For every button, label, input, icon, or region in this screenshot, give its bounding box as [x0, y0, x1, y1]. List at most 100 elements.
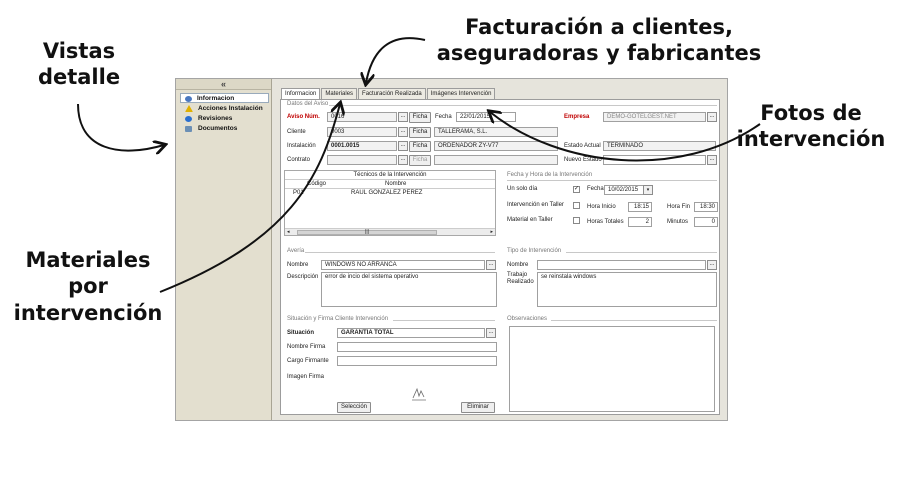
contrato-lookup-button[interactable]: ... [398, 155, 408, 165]
situacion-lookup-button[interactable]: ... [486, 328, 496, 338]
sidebar-item-revisiones[interactable]: Revisiones [176, 114, 271, 124]
table-row[interactable]: P01 RAUL GONZALEZ PEREZ [285, 189, 495, 198]
scroll-thumb[interactable]: ||| [297, 230, 437, 235]
info-icon [185, 96, 192, 102]
section-observaciones: Observaciones [507, 316, 548, 322]
sidebar-item-documentos[interactable]: Documentos [176, 124, 271, 134]
fecha-label: Fecha [435, 114, 452, 120]
sidebar-item-informacion[interactable]: Informacion [180, 93, 269, 103]
section-situacion: Situación y Firma Cliente Intervención [287, 316, 389, 322]
column-header-nombre[interactable]: Nombre [345, 180, 495, 188]
aviso-lookup-button[interactable]: ... [398, 112, 408, 122]
trabajo-label: Realizado [507, 279, 534, 285]
contrato-ficha-button[interactable]: Ficha [409, 155, 431, 166]
hora-fin-field[interactable]: 18:30 [694, 202, 718, 212]
aviso-ficha-button[interactable]: Ficha [409, 112, 431, 123]
intervencion-taller-label: Intervención en Taller [507, 202, 564, 208]
averia-descripcion-label: Descripción [287, 274, 319, 280]
column-header-codigo[interactable]: Código [285, 180, 345, 188]
imagen-firma-label: Imagen Firma [287, 374, 325, 380]
arrow-vistas [77, 103, 164, 151]
callout-line: Vistas [42, 39, 116, 63]
callout-line: intervención [13, 300, 163, 325]
material-taller-label: Material en Taller [507, 217, 553, 223]
sidebar-item-acciones[interactable]: Acciones Instalación [176, 104, 271, 114]
callout-line: detalle [37, 65, 121, 90]
documents-icon [185, 126, 192, 132]
cliente-code-field[interactable]: 0003 [327, 127, 397, 137]
aviso-number-field[interactable]: 0016 [327, 112, 397, 122]
horas-totales-field[interactable]: 2 [628, 217, 652, 227]
tecnicos-grid-header: Código Nombre [285, 180, 495, 189]
callout-line: Fotos de [760, 101, 862, 125]
instalacion-code-field[interactable]: 0001.0015 [327, 141, 397, 151]
averia-nombre-field[interactable]: WINDOWS NO ARRANCA [321, 260, 485, 270]
hora-fin-label: Hora Fin [667, 204, 691, 210]
intervencion-taller-checkbox[interactable] [573, 202, 580, 209]
tipo-nombre-label: Nombre [507, 262, 529, 268]
eliminar-button[interactable]: Eliminar [461, 402, 495, 413]
hora-inicio-field[interactable]: 18:15 [628, 202, 652, 212]
scroll-right-icon[interactable]: ▸ [490, 229, 493, 235]
info-panel: Datos del Aviso Aviso Núm. 0016 ... Fich… [280, 99, 720, 415]
cliente-name-field[interactable]: TALLERAMA, S.L. [434, 127, 558, 137]
callout-facturacion: Facturación a clientes, aseguradoras y f… [418, 14, 780, 67]
trabajo-label: Trabajo [507, 272, 528, 278]
section-divider [305, 252, 495, 253]
trabajo-realizado-field[interactable]: se reinstala windows [537, 272, 717, 307]
aviso-label: Aviso Núm. [287, 114, 320, 120]
averia-lookup-button[interactable]: ... [486, 260, 496, 270]
callout-vistas-detalle: Vistas detalle [18, 38, 140, 91]
contrato-label: Contrato [287, 157, 311, 163]
sidebar-item-label: Acciones Instalación [198, 105, 263, 112]
observaciones-field[interactable] [509, 326, 715, 412]
main-area: Informacion Materiales Facturación Reali… [277, 83, 723, 417]
fecha-dropdown-chevron-icon[interactable]: ▾ [643, 185, 653, 195]
arrow-facturacion [366, 37, 426, 83]
scroll-left-icon[interactable]: ◂ [287, 229, 290, 235]
empresa-field[interactable]: DEMO-GOTELGEST.NET [603, 112, 706, 122]
solo-dia-checkbox[interactable]: ✓ [573, 186, 580, 193]
tecnicos-grid-title: Técnicos de la Intervención [285, 171, 495, 180]
section-divider [551, 320, 717, 321]
fecha-field[interactable]: 22/01/2015 [456, 112, 516, 122]
empresa-label: Empresa [564, 114, 590, 120]
instalacion-ficha-button[interactable]: Ficha [409, 141, 431, 152]
sidebar-item-label: Documentos [198, 125, 238, 132]
material-taller-checkbox[interactable] [573, 217, 580, 224]
estado-actual-field: TERMINADO [603, 141, 716, 151]
tipo-nombre-field[interactable] [537, 260, 706, 270]
cargo-firmante-field[interactable] [337, 356, 497, 366]
instalacion-label: Instalación [287, 143, 316, 149]
contrato-field[interactable] [327, 155, 397, 165]
tecnicos-horizontal-scrollbar[interactable]: ◂ ||| ▸ [285, 228, 495, 235]
tipo-lookup-button[interactable]: ... [707, 260, 717, 270]
cliente-label: Cliente [287, 129, 306, 135]
nuevo-estado-lookup-button[interactable]: ... [707, 155, 717, 165]
minutos-label: Minutos [667, 219, 689, 225]
callout-materiales: Materiales por intervención [6, 247, 170, 326]
cliente-ficha-button[interactable]: Ficha [409, 127, 431, 138]
section-tipo-intervencion: Tipo de Intervención [507, 248, 562, 254]
minutos-field[interactable]: 0 [694, 217, 718, 227]
cargo-firmante-label: Cargo Firmante [287, 358, 329, 364]
solo-dia-label: Un solo día [507, 186, 538, 192]
tecnico-nombre: RAUL GONZALEZ PEREZ [351, 190, 423, 196]
hora-inicio-label: Hora Inicio [587, 204, 616, 210]
seleccion-button[interactable]: Selección [337, 402, 371, 413]
sidebar: « Informacion Acciones Instalación Revis… [176, 79, 272, 420]
nombre-firma-field[interactable] [337, 342, 497, 352]
instalacion-lookup-button[interactable]: ... [398, 141, 408, 151]
callout-fotos: Fotos de intervención [728, 100, 894, 153]
instalacion-name-field[interactable]: ORDENADOR ZY-V77 [434, 141, 558, 151]
empresa-lookup-button[interactable]: ... [707, 112, 717, 122]
callout-line: intervención [736, 127, 886, 152]
averia-descripcion-field[interactable]: error de incio del sistema operativo [321, 272, 497, 307]
tecnico-codigo: P01 [293, 190, 304, 196]
cliente-lookup-button[interactable]: ... [398, 127, 408, 137]
situacion-field[interactable]: GARANTIA TOTAL [337, 328, 485, 338]
nombre-firma-label: Nombre Firma [287, 344, 326, 350]
section-fecha-hora: Fecha y Hora de la Intervención [507, 172, 593, 178]
sidebar-collapse-button[interactable]: « [176, 79, 271, 90]
nuevo-estado-field[interactable] [603, 155, 706, 165]
